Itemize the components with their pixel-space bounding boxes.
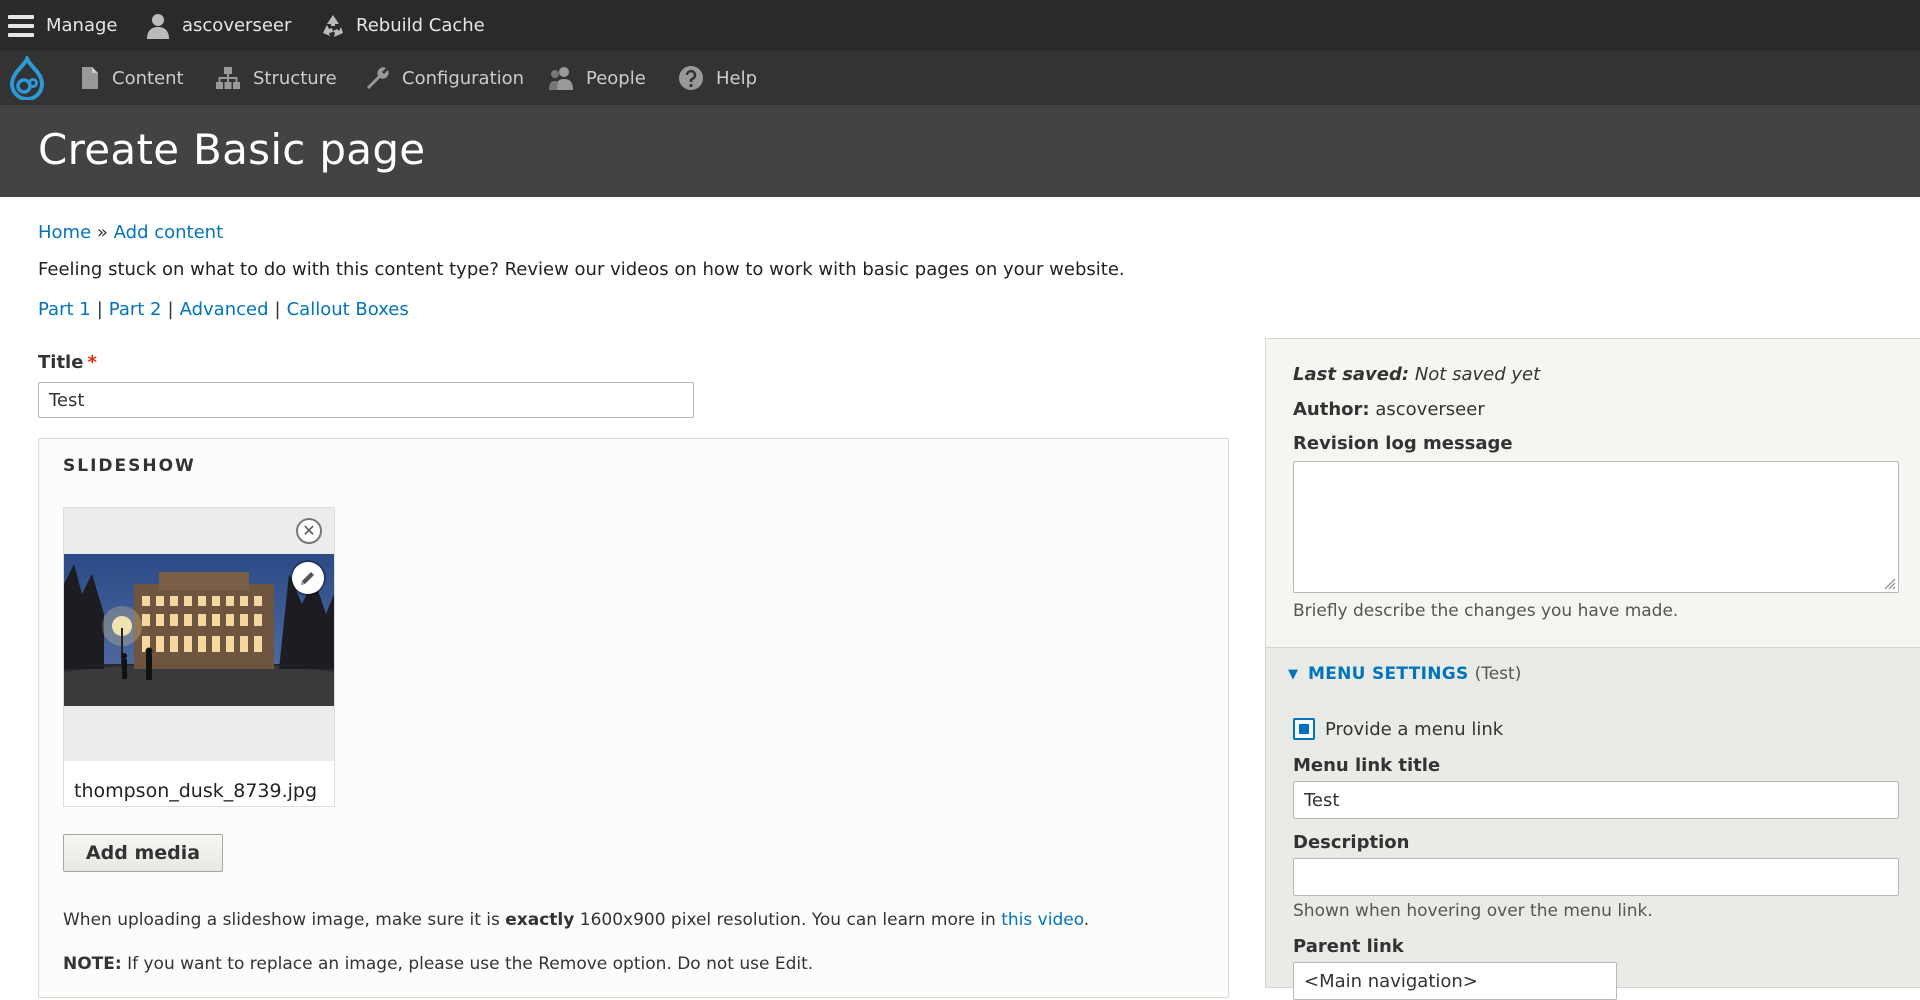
revision-log-help: Briefly describe the changes you have ma… <box>1293 601 1679 621</box>
slideshow-help-text: When uploading a slideshow image, make s… <box>63 910 1089 930</box>
tray-label-people: People <box>586 67 646 89</box>
last-saved-label: Last saved: <box>1293 364 1410 385</box>
last-saved-value: Not saved yet <box>1414 364 1541 385</box>
drupal-drop-icon <box>9 56 45 100</box>
help1-pre: When uploading a slideshow image, make s… <box>63 910 506 930</box>
video-link-part-1[interactable]: Part 1 <box>38 299 91 320</box>
parent-link-value: <Main navigation> <box>1304 970 1478 992</box>
last-saved-row: Last saved: Not saved yet <box>1293 364 1540 385</box>
media-item-card: ✕ thompson_dusk_8739.jpg <box>63 507 335 807</box>
intro-text: Feeling stuck on what to do with this co… <box>38 259 1125 280</box>
video-link-callout-boxes[interactable]: Callout Boxes <box>287 299 409 320</box>
slideshow-note-text: NOTE: If you want to replace an image, p… <box>63 954 813 974</box>
user-icon <box>147 13 169 39</box>
admin-toolbar: Manage ascoverseer Rebuild Cache <box>0 0 1920 51</box>
slideshow-legend: SLIDESHOW <box>63 456 196 476</box>
author-value: ascoverseer <box>1375 399 1485 420</box>
menu-link-title-label: Menu link title <box>1293 755 1441 776</box>
description-help: Shown when hovering over the menu link. <box>1293 901 1653 921</box>
video-links: Part 1 | Part 2 | Advanced | Callout Boxes <box>38 299 409 320</box>
video-link-separator: | <box>96 299 103 320</box>
tray-label-structure: Structure <box>253 67 337 89</box>
tray-item-structure[interactable]: Structure <box>215 51 337 105</box>
title-input-value: Test <box>49 389 85 411</box>
resize-handle-icon[interactable] <box>1882 576 1896 590</box>
author-row: Author: ascoverseer <box>1293 399 1485 420</box>
tray-label-help: Help <box>716 67 758 89</box>
hamburger-icon <box>8 14 34 37</box>
author-label: Author: <box>1293 399 1370 420</box>
breadcrumb-home-link[interactable]: Home <box>38 222 91 243</box>
page-title: Create Basic page <box>38 125 426 174</box>
tray-item-people[interactable]: People <box>548 51 646 105</box>
provide-menu-link-checkbox[interactable] <box>1293 718 1315 740</box>
breadcrumb: Home » Add content <box>38 222 223 243</box>
rebuild-cache-label: Rebuild Cache <box>356 15 485 36</box>
video-link-part-2[interactable]: Part 2 <box>109 299 162 320</box>
menu-settings-panel: ▼ MENU SETTINGS (Test) Provide a menu li… <box>1265 648 1920 1000</box>
user-menu[interactable]: ascoverseer <box>146 0 291 51</box>
menu-settings-toggle[interactable]: ▼ MENU SETTINGS (Test) <box>1288 664 1521 684</box>
file-icon <box>82 67 98 89</box>
revision-log-textarea[interactable] <box>1293 461 1899 593</box>
breadcrumb-separator: » <box>96 222 108 243</box>
toolbar-tray: Content Structure Configuration People H… <box>0 51 1920 105</box>
media-remove-button[interactable]: ✕ <box>296 518 322 544</box>
entity-meta-panel: Last saved: Not saved yet Author: ascove… <box>1265 338 1920 648</box>
parent-link-label: Parent link <box>1293 936 1404 957</box>
title-input[interactable]: Test <box>38 382 694 418</box>
parent-link-select[interactable]: <Main navigation> <box>1293 962 1617 1000</box>
user-label: ascoverseer <box>182 15 292 36</box>
menu-settings-title: MENU SETTINGS <box>1308 664 1469 684</box>
help1-end: . <box>1083 910 1090 930</box>
tray-label-configuration: Configuration <box>402 67 525 89</box>
media-edit-button[interactable] <box>292 562 324 594</box>
tray-item-help[interactable]: Help <box>678 51 757 105</box>
help-icon <box>679 66 703 90</box>
title-label-text: Title <box>38 352 84 373</box>
note-label: NOTE: <box>63 954 122 974</box>
help1-bold: exactly <box>505 910 575 930</box>
wrench-icon <box>367 67 389 89</box>
page-header: Create Basic page <box>0 105 1920 197</box>
note-text: If you want to replace an image, please … <box>121 954 814 974</box>
video-link-separator: | <box>274 299 281 320</box>
video-link-advanced[interactable]: Advanced <box>180 299 269 320</box>
provide-menu-link-row: Provide a menu link <box>1293 718 1503 740</box>
sitemap-icon <box>216 67 240 89</box>
description-input[interactable] <box>1293 858 1899 896</box>
tray-item-content[interactable]: Content <box>80 51 184 105</box>
title-field-label: Title * <box>38 352 97 373</box>
people-icon <box>549 67 573 90</box>
manage-toggle[interactable]: Manage <box>8 0 118 51</box>
required-marker: * <box>87 352 97 373</box>
media-card-footer <box>64 706 334 761</box>
tray-label-content: Content <box>112 67 184 89</box>
this-video-link[interactable]: this video <box>1001 910 1084 930</box>
media-filename: thompson_dusk_8739.jpg <box>74 780 318 802</box>
add-media-button[interactable]: Add media <box>63 834 223 872</box>
recycle-icon <box>323 14 343 37</box>
tray-item-configuration[interactable]: Configuration <box>364 51 524 105</box>
menu-link-title-value: Test <box>1304 789 1340 811</box>
video-link-separator: | <box>167 299 174 320</box>
rebuild-cache-button[interactable]: Rebuild Cache <box>320 0 485 51</box>
pencil-icon <box>301 572 314 585</box>
menu-link-title-input[interactable]: Test <box>1293 781 1899 819</box>
breadcrumb-add-content-link[interactable]: Add content <box>114 222 224 243</box>
menu-settings-summary: (Test) <box>1474 664 1522 684</box>
revision-log-label: Revision log message <box>1293 433 1513 454</box>
manage-label: Manage <box>46 15 118 36</box>
description-label: Description <box>1293 832 1410 853</box>
drupal-logo[interactable] <box>8 51 58 105</box>
close-icon: ✕ <box>302 521 316 540</box>
media-card-header <box>64 508 334 554</box>
help1-mid: 1600x900 pixel resolution. You can learn… <box>574 910 1002 930</box>
provide-menu-link-label: Provide a menu link <box>1325 718 1504 740</box>
triangle-down-icon: ▼ <box>1288 666 1298 682</box>
slideshow-fieldset: SLIDESHOW ✕ thompson_dusk_8739.jpg Add m… <box>38 438 1229 998</box>
